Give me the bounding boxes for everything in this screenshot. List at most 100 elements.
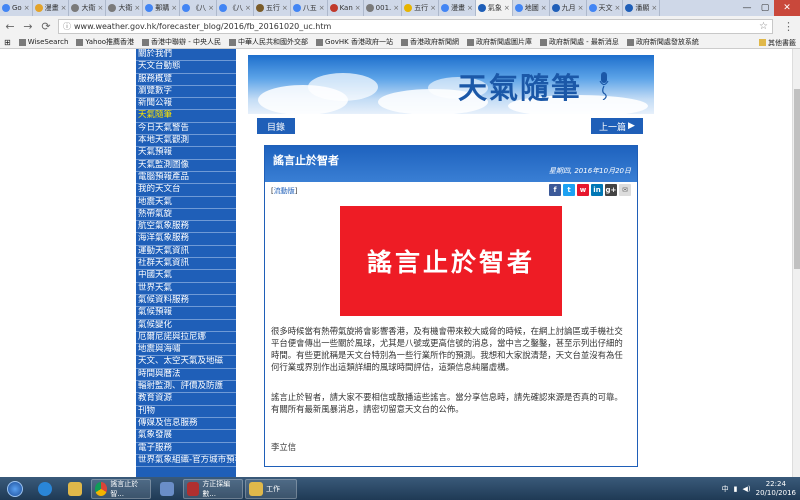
sidebar-item[interactable]: 電子服務	[136, 443, 236, 455]
sidebar-item[interactable]: 航空氣象服務	[136, 221, 236, 234]
keyboard-icon[interactable]: 中	[722, 484, 729, 494]
browser-tab[interactable]: 天文 ×	[587, 0, 624, 16]
taskbar-explorer[interactable]	[61, 479, 89, 499]
weibo-icon[interactable]: w	[577, 184, 589, 196]
bookmark-star-icon[interactable]: ☆	[759, 21, 772, 32]
sidebar-item[interactable]: 氣候變化	[136, 320, 236, 332]
sidebar-item[interactable]: 熱帶氣旋	[136, 209, 236, 222]
browser-tab[interactable]: 漫畫 ×	[33, 0, 70, 16]
browser-menu-icon[interactable]: ⋮	[783, 20, 800, 33]
sidebar-item[interactable]: 關於我們	[136, 49, 236, 62]
browser-tab[interactable]: 《八 ×	[217, 0, 254, 16]
browser-tab[interactable]: 《八 ×	[180, 0, 217, 16]
sidebar-item[interactable]: 海洋氣象服務	[136, 233, 236, 246]
tab-close-icon[interactable]: ×	[541, 4, 547, 12]
mobile-version-link[interactable]: 流動版	[274, 187, 295, 195]
minimize-icon[interactable]: —	[738, 0, 756, 16]
sidebar-item[interactable]: 天文台動態	[136, 61, 236, 74]
forward-icon[interactable]: →	[22, 20, 34, 33]
browser-tab[interactable]: Go ×	[0, 0, 33, 16]
close-window-icon[interactable]: ✕	[774, 0, 800, 16]
url-input[interactable]: ⓘ www.weather.gov.hk/forecaster_blog/201…	[58, 18, 773, 34]
reload-icon[interactable]: ⟳	[40, 20, 52, 33]
sidebar-item[interactable]: 教育資源	[136, 393, 236, 406]
tab-close-icon[interactable]: ×	[245, 4, 251, 12]
sidebar-item[interactable]: 地震天氣	[136, 197, 236, 209]
browser-tab[interactable]: 大衛 ×	[106, 0, 144, 16]
facebook-icon[interactable]: f	[549, 184, 561, 196]
sidebar-item[interactable]: 天氣監測圖像	[136, 160, 236, 172]
tab-close-icon[interactable]: ×	[578, 4, 584, 12]
start-button[interactable]	[0, 477, 30, 500]
browser-tab[interactable]: 郵購 ×	[143, 0, 181, 16]
tab-close-icon[interactable]: ×	[208, 4, 214, 12]
sidebar-item[interactable]: 運動天氣資訊	[136, 246, 236, 259]
sidebar-item[interactable]: 氣候資料服務	[136, 295, 236, 308]
bookmark-item[interactable]: 政府新聞處發放系統	[626, 37, 699, 47]
maximize-icon[interactable]: ▢	[756, 0, 774, 16]
sidebar-item[interactable]: 瀏覽數字	[136, 86, 236, 99]
sidebar-item[interactable]: 社群天氣資訊	[136, 258, 236, 271]
bookmark-item[interactable]: 政府新聞處圖片庫	[466, 37, 532, 47]
bookmark-item[interactable]: 香港中聯辦 - 中央人民	[142, 37, 221, 47]
email-icon[interactable]: ✉	[619, 184, 631, 196]
network-icon[interactable]: ▮	[734, 485, 738, 493]
browser-tab[interactable]: 五行 ×	[402, 0, 440, 16]
tab-close-icon[interactable]: ×	[319, 4, 325, 12]
taskbar-chrome[interactable]: 謠言止於智...	[91, 478, 151, 499]
sidebar-item[interactable]: 氣象發展	[136, 430, 236, 443]
sidebar-item[interactable]: 天氣預報	[136, 147, 236, 160]
index-button[interactable]: 目錄	[257, 118, 295, 134]
browser-tab[interactable]: 001. ×	[364, 0, 403, 16]
sidebar-item[interactable]: 時間與曆法	[136, 369, 236, 382]
browser-tab[interactable]: 氣象 ×	[475, 0, 513, 16]
browser-tab[interactable]: 潘顯 ×	[623, 0, 661, 16]
sidebar-item[interactable]: 天文、太空天氣及地磁	[136, 356, 236, 369]
tab-close-icon[interactable]: ×	[134, 4, 140, 12]
tab-close-icon[interactable]: ×	[467, 4, 473, 12]
bookmark-item[interactable]: 政府新聞處 - 最新消息	[539, 37, 619, 47]
sidebar-item[interactable]: 天氣隨筆	[136, 110, 236, 123]
back-icon[interactable]: ←	[4, 20, 16, 33]
sidebar-item[interactable]: 中國天氣	[136, 270, 236, 283]
tab-close-icon[interactable]: ×	[97, 4, 103, 12]
taskbar-founder[interactable]: 方正採編數...	[183, 478, 243, 499]
other-bookmarks[interactable]: 其他書籤	[755, 36, 796, 48]
scrollbar-thumb[interactable]	[794, 89, 800, 269]
tab-close-icon[interactable]: ×	[282, 4, 288, 12]
tab-close-icon[interactable]: ×	[61, 4, 67, 12]
sidebar-item[interactable]: 本地天氣觀測	[136, 135, 236, 148]
sidebar-item[interactable]: 厄爾尼諾與拉尼娜	[136, 332, 236, 345]
taskbar-tool[interactable]	[153, 479, 181, 499]
twitter-icon[interactable]: t	[563, 184, 575, 196]
sidebar-item[interactable]: 新聞公報	[136, 98, 236, 111]
tab-close-icon[interactable]: ×	[615, 4, 621, 12]
bookmark-item[interactable]: Yahoo推薦香港	[76, 37, 134, 47]
sidebar-item[interactable]: 氣候預報	[136, 307, 236, 320]
volume-icon[interactable]: ◀)	[743, 485, 751, 493]
taskbar-ie[interactable]	[31, 479, 59, 499]
sidebar-item[interactable]: 服務概覽	[136, 74, 236, 86]
sidebar-item[interactable]: 世界氣象組織-官方城市預報	[136, 455, 236, 468]
bookmark-item[interactable]: WiseSearch	[18, 37, 68, 47]
browser-tab[interactable]: 漫畫 ×	[439, 0, 476, 16]
page-scrollbar[interactable]	[792, 49, 800, 477]
browser-tab[interactable]: 五行 ×	[254, 0, 291, 16]
apps-icon[interactable]: ⊞	[4, 38, 11, 47]
sidebar-item[interactable]: 電腦預報產品	[136, 172, 236, 185]
tab-close-icon[interactable]: ×	[171, 4, 177, 12]
browser-tab[interactable]: Kan ×	[328, 0, 364, 16]
browser-tab[interactable]: 地圖 ×	[513, 0, 550, 16]
bookmark-item[interactable]: 香港政府新聞網	[400, 37, 459, 47]
sidebar-item[interactable]: 輻射監測、評價及防護	[136, 381, 236, 394]
taskbar-folder[interactable]: 工作	[245, 478, 297, 499]
sidebar-item[interactable]: 今日天氣警告	[136, 123, 236, 136]
browser-tab[interactable]: 八五 ×	[291, 0, 328, 16]
browser-tab[interactable]: 大衛 ×	[69, 0, 107, 16]
sidebar-item[interactable]: 刊物	[136, 406, 236, 418]
tab-close-icon[interactable]: ×	[355, 4, 361, 12]
tab-close-icon[interactable]: ×	[24, 4, 30, 12]
tab-close-icon[interactable]: ×	[430, 4, 436, 12]
page-info-icon[interactable]: ⓘ	[63, 21, 71, 32]
tab-close-icon[interactable]: ×	[651, 4, 657, 12]
